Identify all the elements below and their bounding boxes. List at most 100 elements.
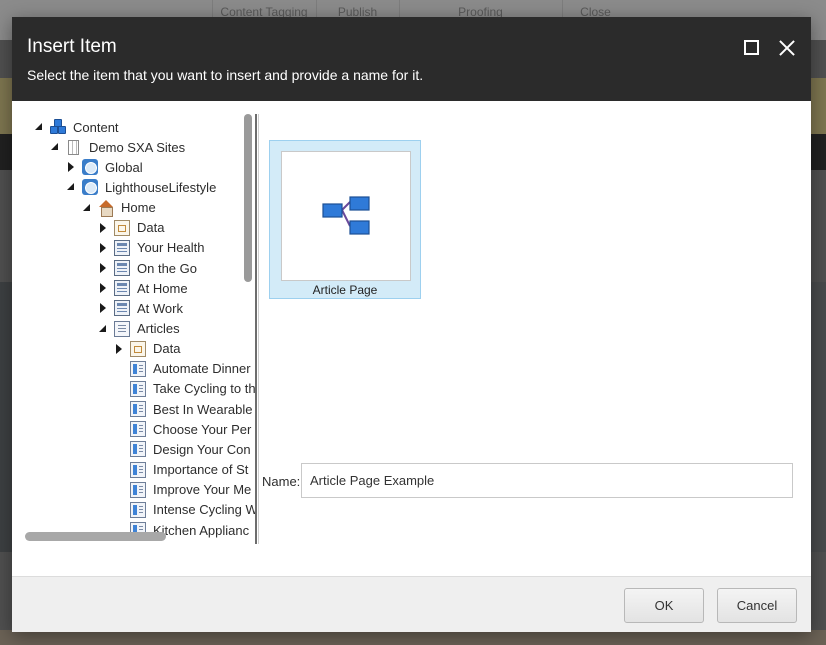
tree-node[interactable]: Data [98, 218, 164, 238]
tree-node[interactable]: Intense Cycling W [114, 500, 256, 520]
tree-node[interactable]: Automate Dinner [114, 359, 251, 379]
collapsed-arrow-icon[interactable] [66, 162, 76, 173]
collapsed-arrow-icon[interactable] [114, 343, 124, 354]
article-icon [130, 461, 146, 478]
tree-node-label: On the Go [137, 260, 197, 276]
tree-node-label: Design Your Con [153, 441, 251, 457]
pane-divider[interactable] [255, 114, 257, 544]
article-page-template-icon [322, 196, 370, 235]
tree-node-label: Global [105, 159, 143, 175]
home-icon [98, 199, 114, 217]
tree-horizontal-scrollbar[interactable] [25, 532, 166, 541]
pane-divider-line [258, 114, 259, 544]
tree-node[interactable]: At Work [98, 298, 183, 318]
tree-node[interactable]: Design Your Con [114, 439, 251, 459]
tree-node[interactable]: Home [82, 198, 156, 218]
content-tree[interactable]: Content Demo SXA Sites Global LighthouseLif… [24, 112, 256, 542]
tree-node-label: Data [153, 341, 181, 357]
data-folder-icon [114, 219, 130, 236]
expanded-arrow-icon[interactable] [66, 182, 76, 192]
globe-icon [82, 159, 98, 176]
tree-node-label: Best In Wearable [153, 401, 253, 417]
tree-node-label: Improve Your Me [153, 482, 252, 498]
ok-button[interactable]: OK [624, 588, 704, 623]
collapsed-arrow-icon[interactable] [98, 283, 108, 294]
dialog-title: Insert Item [27, 36, 117, 57]
dialog-subtitle: Select the item that you want to insert … [27, 67, 424, 83]
tree-node-label: At Home [137, 280, 188, 296]
article-icon [130, 421, 146, 438]
tree-node[interactable]: Importance of St [114, 460, 248, 480]
collapsed-arrow-icon[interactable] [98, 303, 108, 314]
tree-node-label: Importance of St [153, 462, 249, 478]
expanded-arrow-icon[interactable] [34, 122, 44, 132]
expanded-arrow-icon[interactable] [82, 203, 92, 213]
expanded-arrow-icon[interactable] [50, 142, 60, 152]
tree-node-label: Kitchen Applianc [153, 522, 250, 538]
article-icon [130, 360, 146, 377]
tree-node-label: Content [73, 119, 119, 135]
tree-node[interactable]: LighthouseLifestyle [66, 177, 216, 197]
close-icon[interactable] [776, 37, 798, 59]
content-icon [50, 119, 66, 135]
tree-node-label: Choose Your Per [153, 421, 252, 437]
page-icon [114, 239, 130, 256]
tree-node[interactable]: Improve Your Me [114, 480, 251, 500]
tree-node[interactable]: At Home [98, 278, 188, 298]
tree-node[interactable]: Data [114, 339, 180, 359]
template-tile-article-page[interactable]: Article Page [269, 140, 421, 299]
insert-item-dialog: Insert Item Select the item that you wan… [12, 17, 811, 632]
dialog-footer: OK Cancel [12, 576, 811, 632]
tree-node[interactable]: On the Go [98, 258, 197, 278]
data-folder-icon [130, 340, 146, 357]
tree-node[interactable]: Articles [98, 319, 180, 339]
tree-vertical-scrollbar[interactable] [244, 114, 252, 282]
tree-node-label: Data [137, 220, 165, 236]
template-preview [281, 151, 411, 281]
expanded-arrow-icon[interactable] [98, 324, 108, 334]
articles-icon [114, 320, 130, 337]
template-label: Article Page [312, 283, 378, 297]
article-icon [130, 401, 146, 418]
maximize-icon[interactable] [741, 37, 763, 59]
tree-node[interactable]: Global [66, 157, 143, 177]
page-icon [114, 300, 130, 317]
page-icon [114, 260, 130, 277]
tree-node-label: Automate Dinner [153, 361, 251, 377]
tree-node[interactable]: Take Cycling to th [114, 379, 256, 399]
tree-node-label: At Work [137, 300, 183, 316]
tree-node-label: LighthouseLifestyle [105, 179, 217, 195]
tree-node-label: Demo SXA Sites [89, 139, 186, 155]
collapsed-arrow-icon[interactable] [98, 263, 108, 274]
name-label: Name: [262, 474, 301, 489]
tree-node[interactable]: Choose Your Per [114, 419, 251, 439]
collapsed-arrow-icon[interactable] [98, 222, 108, 233]
article-icon [130, 441, 146, 458]
tree-node[interactable]: Demo SXA Sites [50, 137, 185, 157]
tree-node[interactable]: Content [34, 117, 119, 137]
tree-node-label: Home [121, 200, 156, 216]
building-icon [68, 139, 79, 155]
collapsed-arrow-icon[interactable] [98, 242, 108, 253]
article-icon [130, 501, 146, 518]
tree-node-label: Your Health [137, 240, 205, 256]
dialog-header: Insert Item Select the item that you wan… [12, 17, 811, 101]
page-icon [114, 280, 130, 297]
tree-node-label: Articles [137, 321, 180, 336]
tree-node[interactable]: Your Health [98, 238, 204, 258]
tree-node-label: Intense Cycling W [153, 502, 256, 518]
tree-node-label: Take Cycling to th [153, 381, 256, 397]
article-icon [130, 380, 146, 397]
cancel-button[interactable]: Cancel [717, 588, 797, 623]
article-icon [130, 481, 146, 498]
name-input[interactable] [301, 463, 793, 498]
tree-node[interactable]: Best In Wearable [114, 399, 252, 419]
